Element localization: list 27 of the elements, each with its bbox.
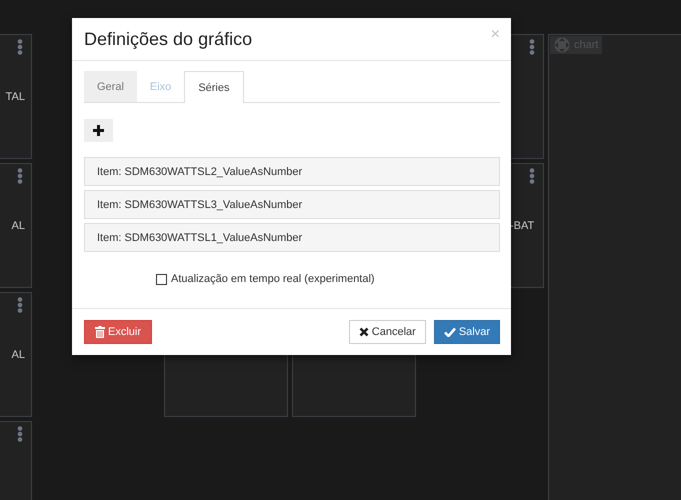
trash-icon	[95, 326, 105, 338]
widget-label: -BAT	[510, 220, 534, 232]
widget-label: TAL	[6, 91, 25, 103]
widget-label: AL	[12, 349, 25, 361]
more-icon[interactable]	[17, 426, 23, 442]
check-icon	[444, 327, 456, 337]
close-icon	[358, 327, 369, 337]
dialog-title: Definições do gráfico	[84, 28, 252, 50]
series-item[interactable]: Item: SDM630WATTSL3_ValueAsNumber	[84, 190, 500, 219]
more-icon[interactable]	[529, 168, 535, 184]
add-button[interactable]	[84, 119, 113, 142]
series-item[interactable]: Item: SDM630WATTSL1_ValueAsNumber	[84, 223, 500, 252]
more-icon[interactable]	[17, 297, 23, 313]
tab[interactable]: Geral	[84, 71, 137, 102]
save-button[interactable]: Salvar	[434, 320, 500, 344]
plus-icon	[93, 125, 104, 136]
tab[interactable]: Séries	[184, 71, 244, 103]
widget-label: AL	[12, 220, 25, 232]
more-icon[interactable]	[17, 39, 23, 55]
delete-button[interactable]: Excluir	[84, 320, 152, 344]
cancel-button[interactable]: Cancelar	[348, 320, 426, 344]
more-icon[interactable]	[17, 168, 23, 184]
checkbox[interactable]	[156, 274, 167, 284]
more-icon[interactable]	[529, 39, 535, 55]
series-item[interactable]: Item: SDM630WATTSL2_ValueAsNumber	[84, 157, 500, 186]
move-icon	[554, 37, 570, 53]
checkbox-label: Atualização em tempo real (experimental)	[171, 273, 375, 285]
